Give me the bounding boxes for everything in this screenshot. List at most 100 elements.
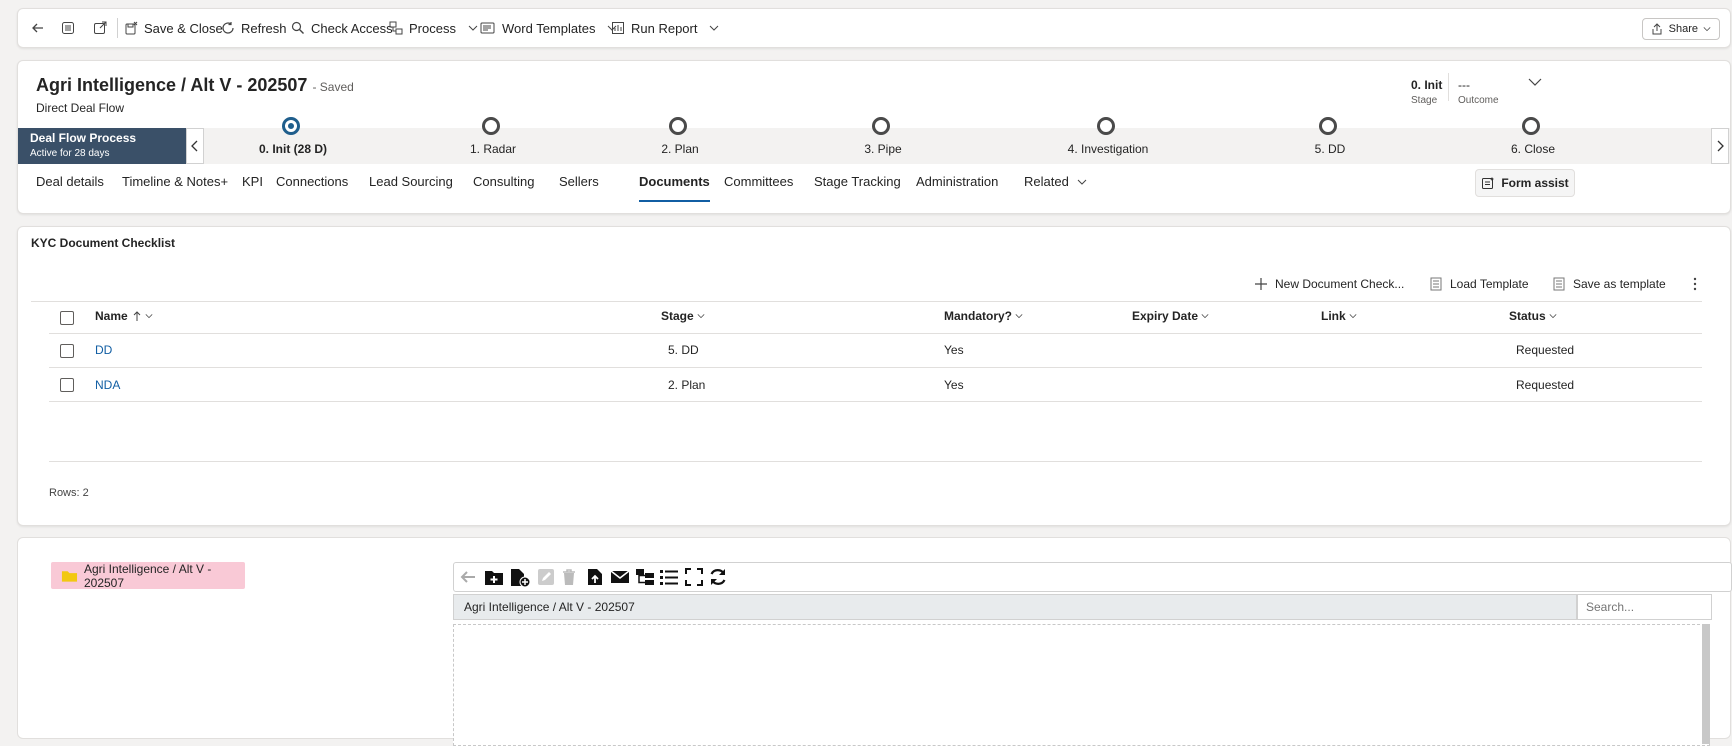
chevron-down-icon	[697, 314, 705, 319]
save-as-template-button[interactable]: Save as template	[1553, 274, 1666, 294]
process-active-duration: Active for 28 days	[30, 148, 110, 159]
refresh-icon	[222, 22, 234, 34]
row-count: Rows: 2	[49, 487, 89, 499]
record-title: Agri Intelligence / Alt V - 202507 - Sav…	[36, 75, 354, 96]
fullscreen-button[interactable]	[685, 568, 703, 586]
explorer-search-input[interactable]	[1577, 594, 1712, 620]
tab-sellers[interactable]: Sellers	[559, 167, 599, 197]
column-header-link[interactable]: Link	[1321, 309, 1357, 323]
bpf-stage-pipe[interactable]: 3. Pipe	[808, 117, 958, 164]
process-name-flyout[interactable]: Deal Flow Process Active for 28 days	[18, 128, 186, 164]
open-in-new-window-icon	[94, 21, 107, 34]
sort-ascending-icon	[133, 310, 141, 321]
grid-top-divider	[31, 301, 1702, 302]
bpf-stage-radar[interactable]: 1. Radar	[418, 117, 568, 164]
bpf-next-button[interactable]	[1711, 128, 1729, 164]
expand-header-button[interactable]	[1528, 77, 1542, 87]
stage-circle-icon	[1097, 117, 1115, 135]
rename-button[interactable]	[537, 568, 555, 586]
save-as-template-label: Save as template	[1573, 277, 1666, 291]
tab-stage-tracking[interactable]: Stage Tracking	[814, 167, 901, 197]
chevron-down-icon	[1077, 179, 1087, 185]
file-drop-area[interactable]	[453, 624, 1710, 746]
column-mandatory-label: Mandatory?	[944, 309, 1013, 323]
column-header-expiry-date[interactable]: Expiry Date	[1132, 309, 1209, 323]
column-header-name[interactable]: Name	[95, 309, 153, 323]
stage-circle-icon	[872, 117, 890, 135]
back-button[interactable]	[30, 9, 46, 47]
word-templates-label: Word Templates	[502, 20, 596, 36]
row-name-link[interactable]: DD	[95, 343, 112, 357]
bpf-stage-investigation[interactable]: 4. Investigation	[1033, 117, 1183, 164]
run-report-button[interactable]: Run Report	[611, 9, 719, 47]
process-button[interactable]: Process	[389, 9, 478, 47]
save-close-button[interactable]: Save & Close	[125, 9, 223, 47]
tab-timeline-notes[interactable]: Timeline & Notes+	[122, 167, 228, 197]
list-view-button[interactable]	[659, 568, 679, 586]
header-stage-field: 0. Init Stage	[1411, 78, 1442, 106]
email-button[interactable]	[610, 568, 630, 586]
tab-administration[interactable]: Administration	[916, 167, 998, 197]
column-link-label: Link	[1321, 309, 1346, 323]
tree-view-button[interactable]	[635, 568, 655, 586]
bpf-stage-init[interactable]: 0. Init (28 D)	[218, 117, 368, 164]
search-access-icon	[291, 21, 304, 34]
upload-button[interactable]	[587, 568, 603, 586]
tab-kpi[interactable]: KPI	[242, 167, 263, 197]
back-arrow-icon	[32, 23, 43, 33]
row-select-checkbox[interactable]	[60, 344, 74, 358]
explorer-back-button[interactable]	[459, 568, 477, 586]
bpf-stage-plan[interactable]: 2. Plan	[605, 117, 755, 164]
save-close-label: Save & Close	[144, 20, 223, 36]
new-document-check-button[interactable]: New Document Check...	[1255, 274, 1404, 294]
column-header-stage[interactable]: Stage	[661, 309, 705, 323]
word-templates-button[interactable]: Word Templates	[480, 9, 617, 47]
form-assist-icon	[1482, 177, 1495, 189]
check-access-label: Check Access	[311, 20, 393, 36]
bpf-stage-close[interactable]: 6. Close	[1458, 117, 1608, 164]
refresh-icon	[710, 569, 726, 585]
row-status: Requested	[1516, 343, 1575, 357]
refresh-button[interactable]: Refresh	[221, 9, 287, 47]
chevron-down-icon	[1015, 314, 1023, 319]
bpf-previous-button[interactable]	[186, 128, 204, 164]
share-button[interactable]: Share	[1641, 18, 1720, 40]
section-title: KYC Document Checklist	[31, 236, 176, 250]
tab-committees[interactable]: Committees	[724, 167, 793, 197]
check-access-button[interactable]: Check Access	[291, 9, 393, 47]
more-commands-button[interactable]	[1693, 274, 1697, 294]
select-all-checkbox[interactable]	[60, 311, 74, 325]
tab-lead-sourcing[interactable]: Lead Sourcing	[369, 167, 453, 197]
bpf-stage-dd[interactable]: 5. DD	[1255, 117, 1405, 164]
form-view-button[interactable]	[61, 9, 75, 47]
row-select-checkbox[interactable]	[60, 378, 74, 392]
column-name-label: Name	[95, 309, 128, 323]
column-header-mandatory[interactable]: Mandatory?	[944, 309, 1023, 323]
stage-circle-icon	[1319, 117, 1337, 135]
explorer-refresh-button[interactable]	[708, 568, 728, 586]
stage-label: 6. Close	[1510, 142, 1556, 156]
tab-deal-details[interactable]: Deal details	[36, 167, 104, 197]
refresh-label: Refresh	[241, 20, 287, 36]
tab-consulting[interactable]: Consulting	[473, 167, 534, 197]
form-assist-button[interactable]: Form assist	[1475, 169, 1575, 197]
delete-button[interactable]	[561, 568, 577, 586]
new-folder-icon	[485, 571, 503, 585]
load-template-button[interactable]: Load Template	[1430, 274, 1529, 294]
new-document-check-label: New Document Check...	[1275, 277, 1405, 291]
save-close-icon	[125, 21, 138, 35]
new-file-button[interactable]	[509, 568, 531, 588]
active-stage-icon	[282, 117, 300, 135]
folder-tree-item[interactable]: Agri Intelligence / Alt V - 202507	[51, 562, 245, 590]
explorer-scrollbar[interactable]	[1702, 624, 1710, 744]
tab-documents[interactable]: Documents	[639, 167, 710, 202]
tab-related[interactable]: Related	[1024, 167, 1087, 197]
column-header-status[interactable]: Status	[1509, 309, 1557, 323]
form-icon	[62, 22, 74, 34]
process-label: Process	[409, 20, 456, 36]
fullscreen-icon	[685, 568, 703, 586]
open-new-window-button[interactable]	[93, 9, 107, 47]
new-folder-button[interactable]	[484, 568, 504, 586]
row-name-link[interactable]: NDA	[95, 378, 120, 392]
tab-connections[interactable]: Connections	[276, 167, 348, 197]
